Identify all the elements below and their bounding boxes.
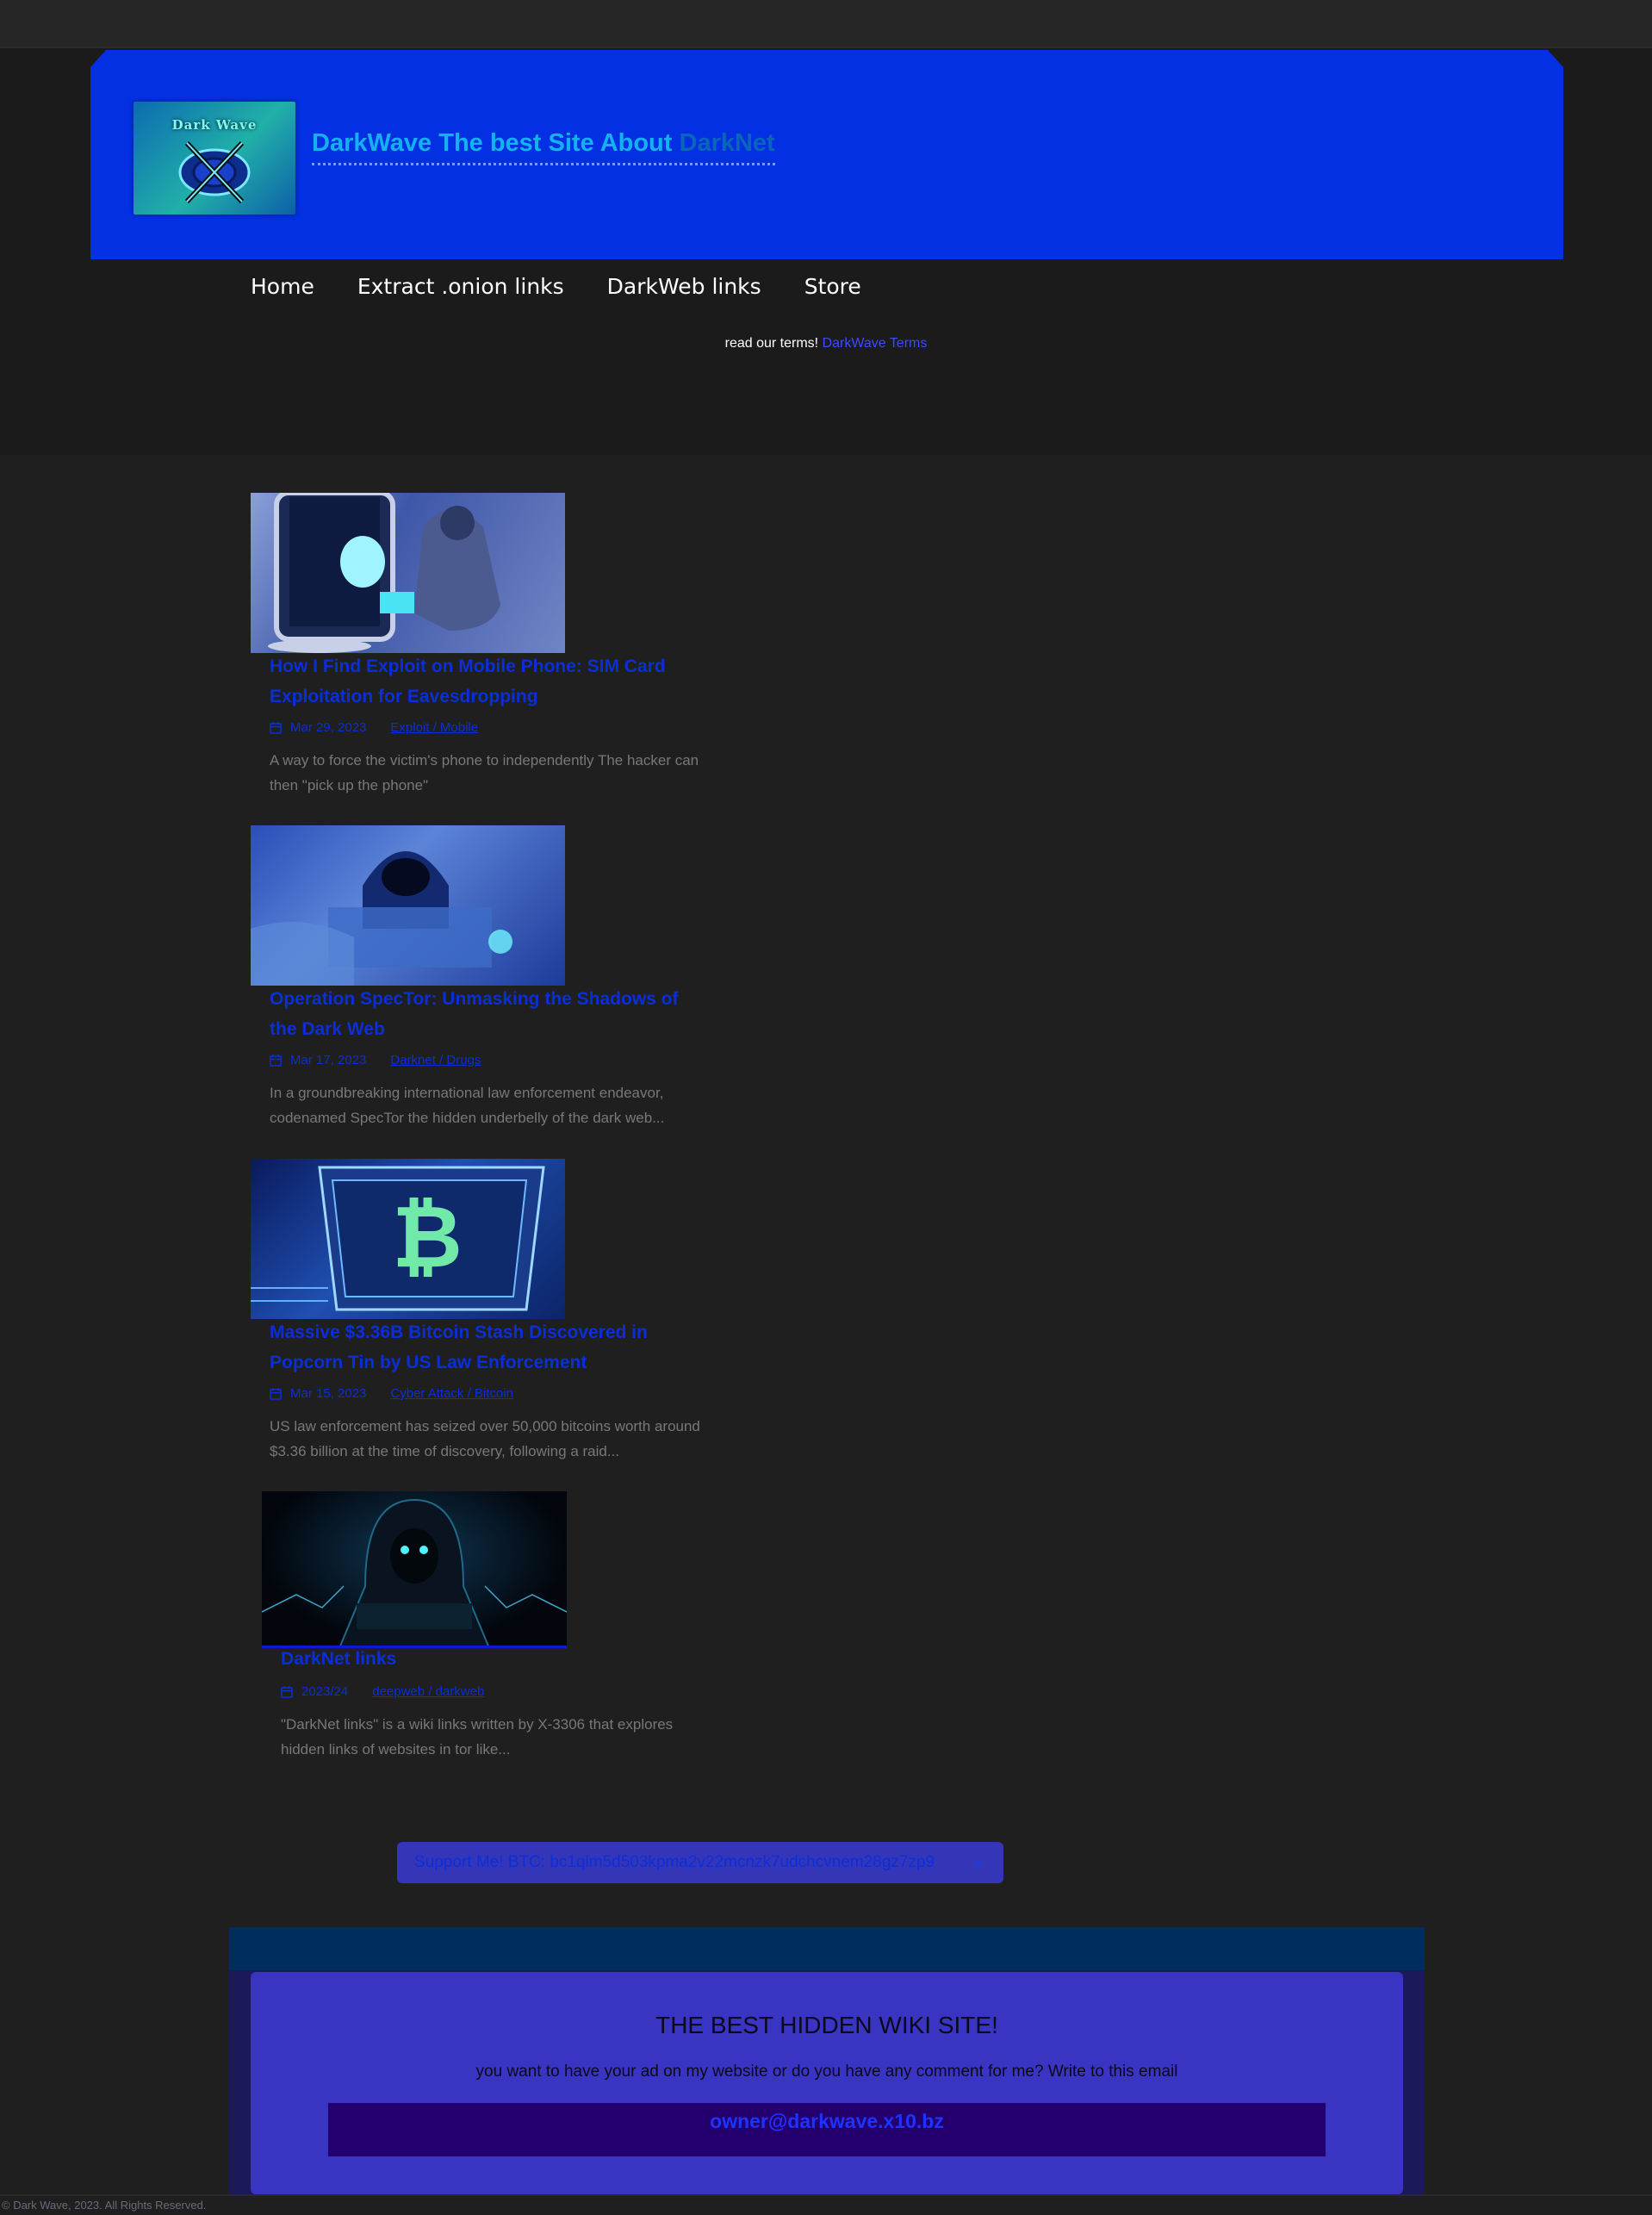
post-thumbnail[interactable] <box>251 825 565 986</box>
banner-fold-left <box>90 48 108 67</box>
post-category[interactable]: Exploit / Mobile <box>390 720 478 735</box>
copyright: © Dark Wave, 2023. All Rights Reserved. <box>0 2194 1652 2214</box>
svg-text:₿: ₿ <box>392 1186 463 1287</box>
footer: THE BEST HIDDEN WIKI SITE! you want to h… <box>229 1927 1425 2194</box>
post-category[interactable]: Darknet / Drugs <box>390 1053 481 1067</box>
post-excerpt: "DarkNet links" is a wiki links written … <box>281 1716 674 1758</box>
post-meta: Mar 15, 2023 Cyber Attack / Bitcoin <box>270 1386 513 1401</box>
post-date: 2023/24 <box>301 1684 349 1699</box>
bitcoin-chip-image-icon: ₿ <box>251 1166 545 1311</box>
post-title[interactable]: Massive $3.36B Bitcoin Stash Discovered … <box>270 1317 709 1378</box>
main-nav: Home Extract .onion links DarkWeb links … <box>251 274 861 299</box>
post-excerpt: A way to force the victim's phone to ind… <box>270 752 699 793</box>
footer-card: THE BEST HIDDEN WIKI SITE! you want to h… <box>251 1972 1403 2194</box>
post-thumbnail[interactable]: ₿ <box>251 1159 565 1319</box>
nav-home[interactable]: Home <box>251 274 314 299</box>
post-meta: Mar 29, 2023 Exploit / Mobile <box>270 720 478 735</box>
post-title[interactable]: Operation SpecTor: Unmasking the Shadows… <box>270 984 709 1044</box>
hooded-hacker-image-icon <box>262 1498 567 1646</box>
post-date: Mar 15, 2023 <box>290 1386 367 1401</box>
chevron-right-icon: › <box>974 1851 981 1873</box>
nav-extract-onion-links[interactable]: Extract .onion links <box>357 274 564 299</box>
support-label: Support Me! BTC: bc1qlm5d503kpma2v22mcnz… <box>414 1853 935 1871</box>
site-title-main: DarkWave The best Site About <box>312 129 680 157</box>
hooded-figure-image-icon <box>251 851 512 986</box>
email-box: owner@darkwave.x10.bz <box>328 2103 1326 2156</box>
calendar-icon <box>281 1685 293 1698</box>
logo-emblem-icon <box>178 140 251 204</box>
site-logo[interactable]: Dark Wave <box>134 102 295 215</box>
calendar-icon <box>270 721 282 734</box>
terms-prefix: read our terms! <box>724 336 823 351</box>
post-excerpt: US law enforcement has seized over 50,00… <box>270 1418 700 1459</box>
site-title-accent: DarkNet <box>679 129 775 157</box>
banner-fold-right <box>1546 48 1563 67</box>
calendar-icon <box>270 1387 282 1400</box>
nav-store[interactable]: Store <box>804 274 861 299</box>
post-excerpt: In a groundbreaking international law en… <box>270 1085 665 1126</box>
post-date: Mar 29, 2023 <box>290 720 367 735</box>
footer-title: THE BEST HIDDEN WIKI SITE! <box>655 2012 998 2038</box>
top-bar <box>0 0 1652 48</box>
terms-link[interactable]: DarkWave Terms <box>823 336 928 351</box>
post-date: Mar 17, 2023 <box>290 1053 367 1067</box>
nav-darkweb-links[interactable]: DarkWeb links <box>607 274 761 299</box>
support-btc-button[interactable]: Support Me! BTC: bc1qlm5d503kpma2v22mcnz… <box>397 1842 1003 1883</box>
post-thumbnail[interactable] <box>251 493 565 653</box>
phone-hacker-image-icon <box>268 493 500 653</box>
site-title[interactable]: DarkWave The best Site About DarkNet <box>312 129 775 165</box>
terms-notice: read our terms! DarkWave Terms <box>0 336 1652 352</box>
post-meta: Mar 17, 2023 Darknet / Drugs <box>270 1053 481 1067</box>
post-category[interactable]: Cyber Attack / Bitcoin <box>390 1386 513 1401</box>
calendar-icon <box>270 1054 282 1067</box>
post-thumbnail[interactable] <box>262 1491 567 1648</box>
post-meta: 2023/24 deepweb / darkweb <box>281 1684 484 1699</box>
post-title[interactable]: DarkNet links <box>281 1644 720 1674</box>
contact-email-link[interactable]: owner@darkwave.x10.bz <box>328 2110 1326 2133</box>
footer-strip <box>229 1927 1425 1970</box>
footer-text: you want to have your ad on my website o… <box>475 2063 1178 2081</box>
post-category[interactable]: deepweb / darkweb <box>372 1684 484 1699</box>
post-title[interactable]: How I Find Exploit on Mobile Phone: SIM … <box>270 651 709 712</box>
